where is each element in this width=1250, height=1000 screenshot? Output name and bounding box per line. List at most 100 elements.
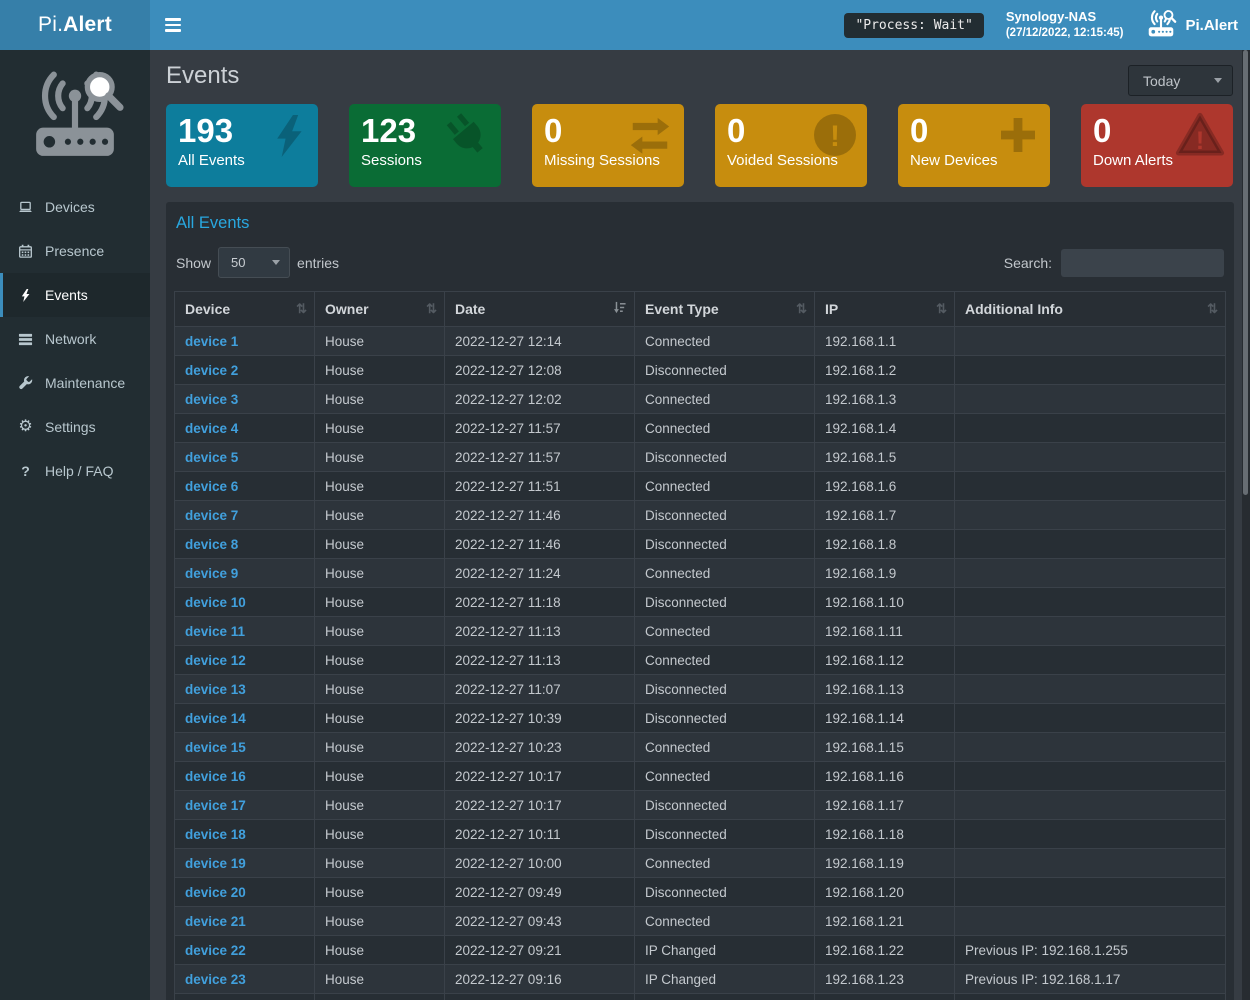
device-link[interactable]: device 23 [185,972,246,987]
sort-icon: ⇅ [426,301,437,317]
network-icon [17,332,34,347]
device-link[interactable]: device 15 [185,740,246,755]
column-header-additional-info[interactable]: Additional Info⇅ [955,292,1226,327]
sidebar-item-help[interactable]: ? Help / FAQ [0,449,150,493]
device-link[interactable]: device 18 [185,827,246,842]
date-cell: 2022-12-27 11:57 [445,414,635,443]
column-header-owner[interactable]: Owner⇅ [315,292,445,327]
page-length-select[interactable]: 50 [218,247,290,278]
last-scan-time: (27/12/2022, 12:15:45) [1006,26,1124,41]
events-table: Device⇅ Owner⇅ Date Event Type⇅ IP⇅ Addi… [174,291,1226,1000]
date-cell: 2022-12-27 11:51 [445,472,635,501]
process-status-badge[interactable]: "Process: Wait" [844,13,983,38]
svg-text:!: ! [1196,127,1204,155]
sidebar-item-label: Events [45,287,88,303]
ip-cell: 192.168.1.4 [815,414,955,443]
additional-info-cell [955,762,1226,791]
sidebar-item-maintenance[interactable]: Maintenance [0,361,150,405]
device-link[interactable]: device 14 [185,711,246,726]
column-header-device[interactable]: Device⇅ [175,292,315,327]
device-link[interactable]: device 12 [185,653,246,668]
page-length-value: 50 [231,255,245,270]
device-link[interactable]: device 8 [185,537,238,552]
event-type-cell: Connected [635,617,815,646]
event-type-cell: Connected [635,907,815,936]
device-link[interactable]: device 5 [185,450,238,465]
scrollbar-track[interactable] [1242,50,1250,1000]
period-select[interactable]: Today [1128,65,1233,96]
card-all-events[interactable]: 193 All Events [166,104,318,187]
device-cell: device 8 [175,530,315,559]
laptop-icon [17,200,34,215]
device-cell: device 7 [175,501,315,530]
device-cell: device 14 [175,704,315,733]
ip-cell: 192.168.1.13 [815,675,955,704]
device-link[interactable]: device 10 [185,595,246,610]
column-header-ip[interactable]: IP⇅ [815,292,955,327]
device-link[interactable]: device 3 [185,392,238,407]
question-icon: ? [17,464,34,478]
event-type-cell: Disconnected [635,675,815,704]
sidebar-item-presence[interactable]: Presence [0,229,150,273]
device-link[interactable]: device 16 [185,769,246,784]
additional-info-cell [955,501,1226,530]
ip-cell: 192.168.1.16 [815,762,955,791]
app-logo[interactable]: Pi.Alert [0,0,150,50]
device-cell: device 21 [175,907,315,936]
date-cell: 2022-12-27 10:23 [445,733,635,762]
additional-info-cell [955,994,1226,1000]
device-link[interactable]: device 4 [185,421,238,436]
events-panel: All Events Show 50 entries Search: Devic… [166,202,1234,1000]
table-row: device 19House2022-12-27 10:00Connected1… [175,849,1226,878]
brand-link[interactable]: Pi.Alert [1145,8,1238,43]
device-link[interactable]: device 11 [185,624,245,639]
device-link[interactable]: device 1 [185,334,238,349]
card-new-devices[interactable]: 0 New Devices [898,104,1050,187]
owner-cell: House [315,646,445,675]
additional-info-cell [955,733,1226,762]
device-link[interactable]: device 19 [185,856,246,871]
device-link[interactable]: device 17 [185,798,246,813]
additional-info-cell [955,356,1226,385]
table-row: device 9House2022-12-27 11:24Connected19… [175,559,1226,588]
device-link[interactable]: device 2 [185,363,238,378]
ip-cell: 192.168.1.14 [815,704,955,733]
search-input[interactable] [1061,249,1224,277]
device-link[interactable]: device 20 [185,885,246,900]
device-cell: device 12 [175,646,315,675]
owner-cell: House [315,704,445,733]
table-row: device 16House2022-12-27 10:17Connected1… [175,762,1226,791]
sidebar-item-settings[interactable]: ⚙ Settings [0,405,150,449]
table-row: device 7House2022-12-27 11:46Disconnecte… [175,501,1226,530]
ip-cell: 192.168.1.23 [815,965,955,994]
card-voided-sessions[interactable]: 0 Voided Sessions ! [715,104,867,187]
additional-info-cell: Previous IP: 192.168.1.17 [955,965,1226,994]
sidebar-item-network[interactable]: Network [0,317,150,361]
scrollbar-thumb[interactable] [1243,50,1248,495]
date-cell: 2022-12-27 11:46 [445,501,635,530]
plus-icon [994,111,1042,159]
sidebar-item-events[interactable]: Events [0,273,150,317]
column-header-event-type[interactable]: Event Type⇅ [635,292,815,327]
device-link[interactable]: device 6 [185,479,238,494]
table-row: device 12House2022-12-27 11:13Connected1… [175,646,1226,675]
card-missing-sessions[interactable]: 0 Missing Sessions [532,104,684,187]
sidebar-item-devices[interactable]: Devices [0,185,150,229]
period-select-value: Today [1143,73,1180,89]
device-link[interactable]: device 22 [185,943,246,958]
column-header-date[interactable]: Date [445,292,635,327]
card-down-alerts[interactable]: 0 Down Alerts ! [1081,104,1233,187]
device-link[interactable]: device 7 [185,508,238,523]
host-name: Synology-NAS [1006,9,1124,26]
card-sessions[interactable]: 123 Sessions [349,104,501,187]
device-link[interactable]: device 9 [185,566,238,581]
ip-cell: 192.168.1.10 [815,588,955,617]
owner-cell: House [315,472,445,501]
device-link[interactable]: device 21 [185,914,246,929]
device-link[interactable]: device 13 [185,682,246,697]
sidebar-toggle-icon[interactable] [150,0,195,50]
device-cell: device 23 [175,965,315,994]
event-type-cell: Disconnected [635,820,815,849]
additional-info-cell [955,530,1226,559]
ip-cell: 192.168.1.5 [815,443,955,472]
